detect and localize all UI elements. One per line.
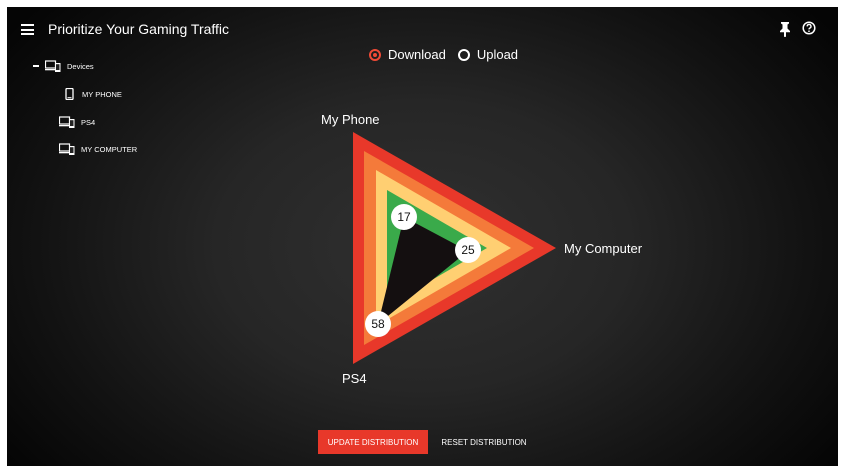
update-distribution-button[interactable]: UPDATE DISTRIBUTION <box>318 430 428 454</box>
value-handle-my-computer[interactable]: 25 <box>455 237 481 263</box>
value-label-ps4: 58 <box>371 317 385 331</box>
traffic-radar-chart: My Phone My Computer PS4 17 25 58 <box>321 112 643 386</box>
reset-distribution-button[interactable]: RESET DISTRIBUTION <box>433 430 535 454</box>
axis-label-my-phone: My Phone <box>321 112 380 127</box>
value-handle-my-phone[interactable]: 17 <box>391 204 417 230</box>
axis-label-ps4: PS4 <box>342 371 367 386</box>
value-label-my-phone: 17 <box>397 210 411 224</box>
value-handle-ps4[interactable]: 58 <box>365 311 391 337</box>
value-label-my-computer: 25 <box>461 243 475 257</box>
app-window: Prioritize Your Gaming Traffic Devices M… <box>7 7 838 466</box>
axis-label-my-computer: My Computer <box>564 241 643 256</box>
